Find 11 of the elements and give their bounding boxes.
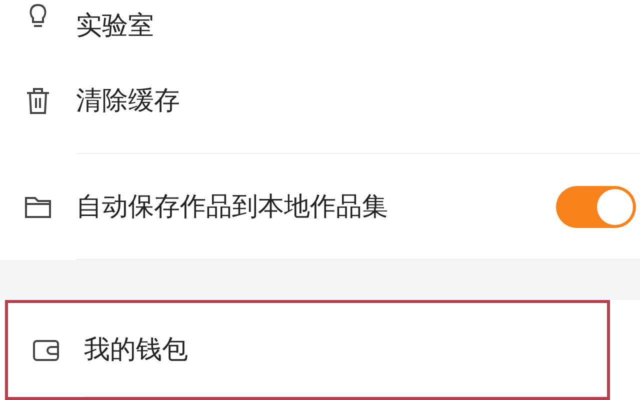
trash-icon (25, 87, 51, 115)
row-label: 我的钱包 (84, 334, 189, 367)
wallet-icon (32, 338, 60, 362)
row-label: 清除缓存 (76, 85, 181, 118)
folder-icon (24, 195, 52, 219)
settings-row[interactable]: 自动保存作品到本地作品集 (0, 154, 640, 260)
row-label: 自动保存作品到本地作品集 (76, 191, 389, 224)
settings-row[interactable]: 实验室 (0, 0, 640, 48)
toggle-switch[interactable] (556, 186, 636, 228)
highlight-frame[interactable]: 我的钱包 (5, 300, 610, 400)
row-label: 实验室 (76, 10, 155, 42)
